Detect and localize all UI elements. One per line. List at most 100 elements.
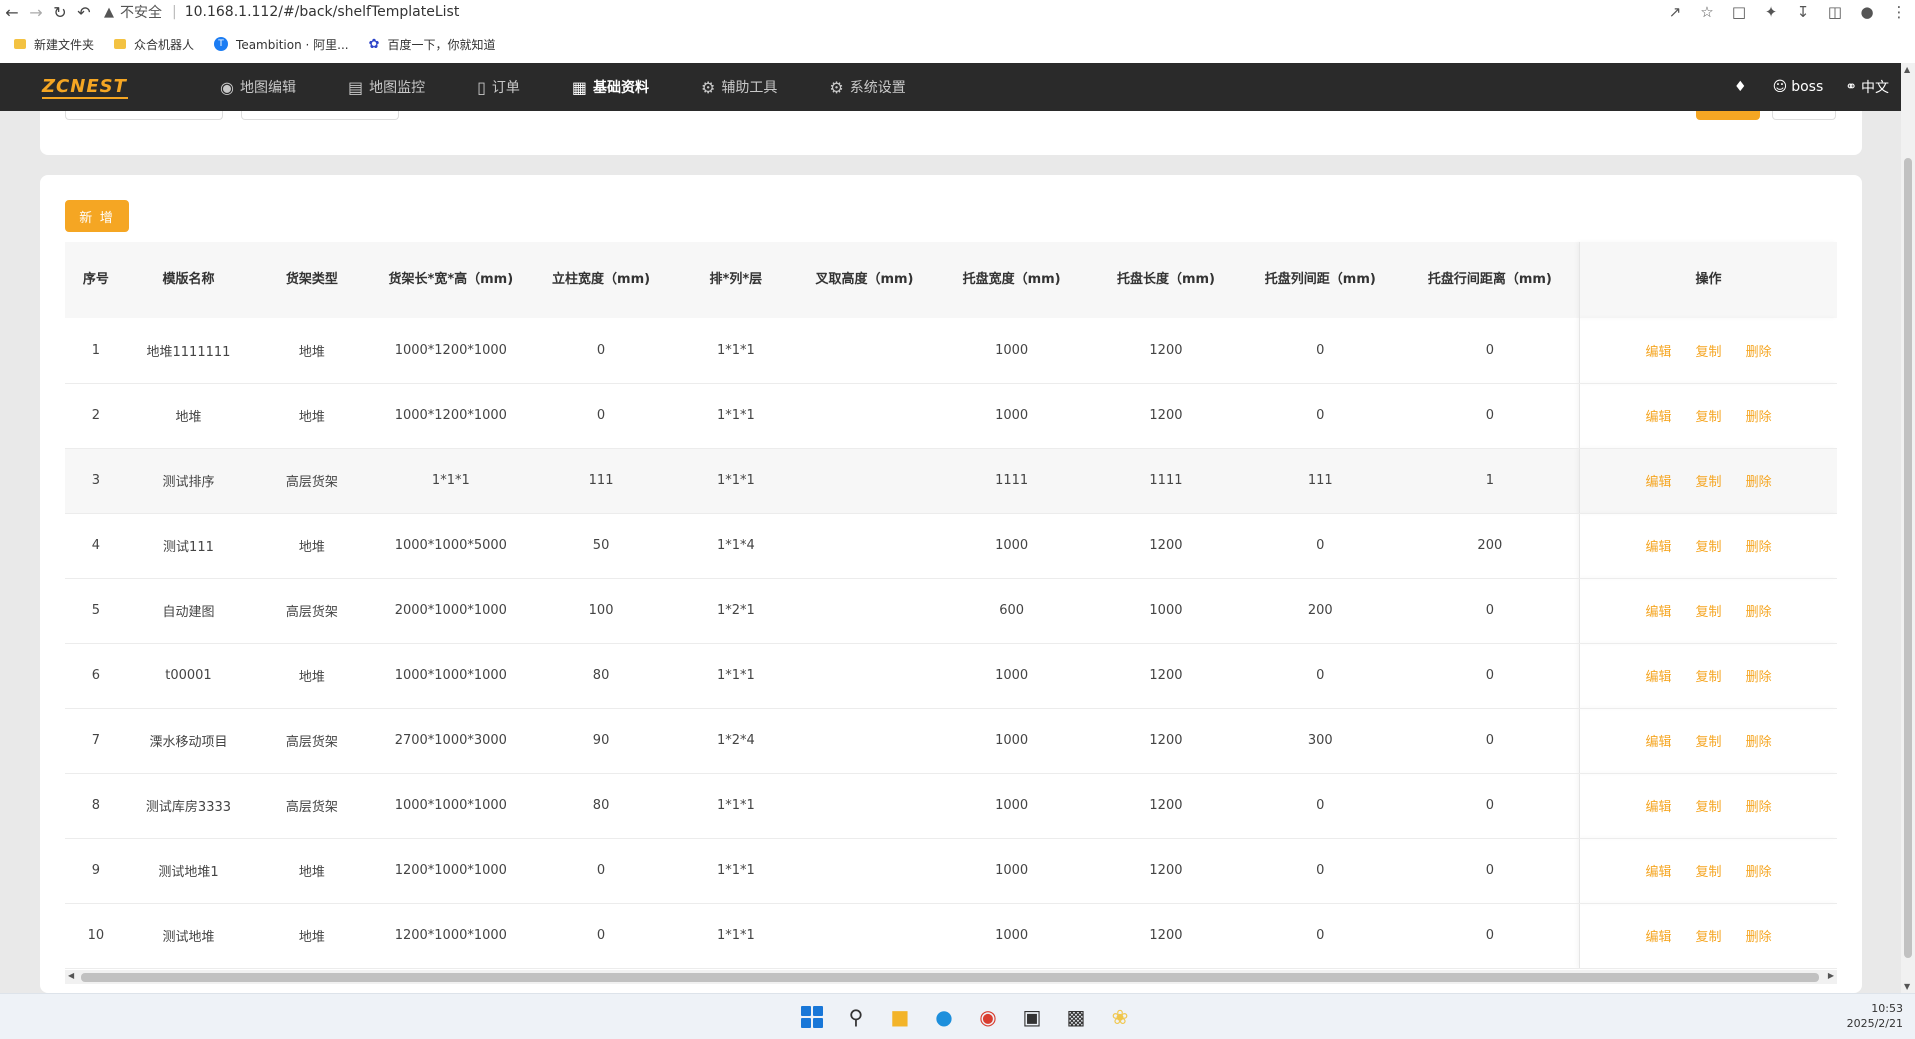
delete-button[interactable]: 删除 [1746,540,1772,555]
bookmark-folder-new[interactable]: 新建文件夹 [14,36,94,53]
system-clock[interactable]: 10:53 2025/2/21 [1847,1001,1903,1031]
scroll-right-icon[interactable]: ▶ [1828,971,1834,980]
scroll-down-icon[interactable]: ▼ [1904,982,1910,991]
search-button[interactable] [1696,111,1760,120]
copy-button[interactable]: 复制 [1696,345,1722,360]
user-menu[interactable]: ☺ boss [1773,79,1824,95]
profile-icon[interactable]: ● [1851,0,1883,24]
sidebar-icon[interactable]: ◫ [1819,0,1851,24]
back-arrow-icon[interactable]: ← [0,0,24,24]
table-cell: 高层货架 [250,448,374,514]
extensions-icon[interactable]: ✦ [1755,0,1787,24]
browser-toolbar: ← → ↻ ↶ ▲ 不安全 | 10.168.1.112/#/back/shel… [0,0,1915,24]
table-cell: 0 [1400,318,1580,384]
copy-button[interactable]: 复制 [1696,670,1722,685]
chart-line-icon: ▤ [347,77,364,97]
bookmark-baidu[interactable]: ✿ 百度一下，你就知道 [369,36,496,53]
table-cell: 地堆 [250,318,374,384]
menu-aux-tools[interactable]: ⚙ 辅助工具 [701,77,777,97]
copy-button[interactable]: 复制 [1696,410,1722,425]
copy-button[interactable]: 复制 [1696,475,1722,490]
scroll-up-icon[interactable]: ▲ [1904,65,1910,74]
url-text[interactable]: 10.168.1.112/#/back/shelfTemplateList [185,4,460,20]
app-icon[interactable]: ❀ [1098,994,1142,1039]
share-icon[interactable]: ↗ [1659,0,1691,24]
table-row: 9 测试地堆1 地堆 1200*1000*1000 0 1*1*1 1000 1200 0 0 编辑… [65,838,1837,904]
notification-bell[interactable]: ♦ [1734,79,1751,95]
menu-map-edit[interactable]: ◉ 地图编辑 [220,77,296,97]
bookmark-label: 众合机器人 [134,37,195,52]
sliders-icon: ▦ [571,77,588,97]
edit-button[interactable]: 编辑 [1646,865,1672,880]
delete-button[interactable]: 删除 [1746,605,1772,620]
terminal-icon[interactable]: ▩ [1054,994,1098,1039]
delete-button[interactable]: 删除 [1746,670,1772,685]
scroll-left-icon[interactable]: ◀ [68,971,74,980]
edit-button[interactable]: 编辑 [1646,800,1672,815]
edit-button[interactable]: 编辑 [1646,410,1672,425]
delete-button[interactable]: 删除 [1746,800,1772,815]
copy-button[interactable]: 复制 [1696,865,1722,880]
delete-button[interactable]: 删除 [1746,345,1772,360]
row-actions: 编辑 复制 删除 [1579,838,1837,904]
menu-orders[interactable]: ▯ 订单 [477,77,520,97]
filter-input-1[interactable] [65,111,223,120]
add-button[interactable]: 新 增 [65,200,129,232]
page-scrollbar-thumb[interactable] [1904,158,1912,958]
sticky-notes-icon[interactable]: ▣ [1010,994,1054,1039]
table-cell: 1111 [1091,448,1241,514]
filter-input-2[interactable] [241,111,399,120]
edit-button[interactable]: 编辑 [1646,605,1672,620]
copy-button[interactable]: 复制 [1696,930,1722,945]
copy-button[interactable]: 复制 [1696,605,1722,620]
edge-icon[interactable]: ● [922,994,966,1039]
delete-button[interactable]: 删除 [1746,930,1772,945]
table-scrollbar-thumb[interactable] [81,973,1819,982]
table-row: 2 地堆 地堆 1000*1200*1000 0 1*1*1 1000 1200 0 0 编辑 复制删… [65,383,1837,449]
page-scrollbar[interactable]: ▲ ▼ [1901,63,1915,993]
bookmark-folder-robot[interactable]: 众合机器人 [114,36,194,53]
undo-icon[interactable]: ↶ [72,0,96,24]
address-bar[interactable]: ▲ 不安全 | 10.168.1.112/#/back/shelfTemplat… [104,0,459,24]
windows-start-icon[interactable] [790,994,834,1039]
delete-button[interactable]: 删除 [1746,475,1772,490]
search-icon[interactable]: ⚲ [834,994,878,1039]
table-cell: 1000 [931,708,1092,774]
table-cell: 111 [528,448,675,514]
document-icon: ▯ [477,77,486,97]
table-cell [797,903,932,969]
edit-button[interactable]: 编辑 [1646,345,1672,360]
menu-label: 基础资料 [593,80,650,96]
edit-button[interactable]: 编辑 [1646,670,1672,685]
language-switch[interactable]: ⚭ 中文 [1845,77,1889,97]
table-cell: 1200 [1091,773,1241,839]
forward-arrow-icon[interactable]: → [24,0,48,24]
table-row: 3 测试排序 高层货架 1*1*1 111 1*1*1 1111 1111 111 1 编辑 复制 删除 [65,448,1837,514]
menu-map-monitor[interactable]: ▤ 地图监控 [348,77,425,97]
copy-button[interactable]: 复制 [1696,735,1722,750]
chrome-icon[interactable]: ◉ [966,994,1010,1039]
delete-button[interactable]: 删除 [1746,865,1772,880]
file-explorer-icon[interactable]: ■ [878,994,922,1039]
table-cell: 0 [1240,903,1401,969]
delete-button[interactable]: 删除 [1746,410,1772,425]
edit-button[interactable]: 编辑 [1646,475,1672,490]
copy-button[interactable]: 复制 [1696,540,1722,555]
delete-button[interactable]: 删除 [1746,735,1772,750]
bookmark-teambition[interactable]: T Teambition · 阿里... [214,36,349,53]
copy-button[interactable]: 复制 [1696,800,1722,815]
star-icon[interactable]: ☆ [1691,0,1723,24]
more-menu-icon[interactable]: ⋮ [1883,0,1915,24]
menu-basic-data[interactable]: ▦ 基础资料 [572,77,649,97]
edit-button[interactable]: 编辑 [1646,735,1672,750]
edit-button[interactable]: 编辑 [1646,540,1672,555]
table-scrollbar[interactable]: ◀ ▶ [65,970,1837,984]
edit-button[interactable]: 编辑 [1646,930,1672,945]
crop-icon[interactable]: □ [1723,0,1755,24]
download-icon[interactable]: ↧ [1787,0,1819,24]
reset-button[interactable] [1772,111,1836,120]
table-cell: 1*1*1 [674,903,798,969]
table-cell: 0 [1400,838,1580,904]
menu-system-settings[interactable]: ⚙ 系统设置 [829,77,905,97]
reload-icon[interactable]: ↻ [48,0,72,24]
